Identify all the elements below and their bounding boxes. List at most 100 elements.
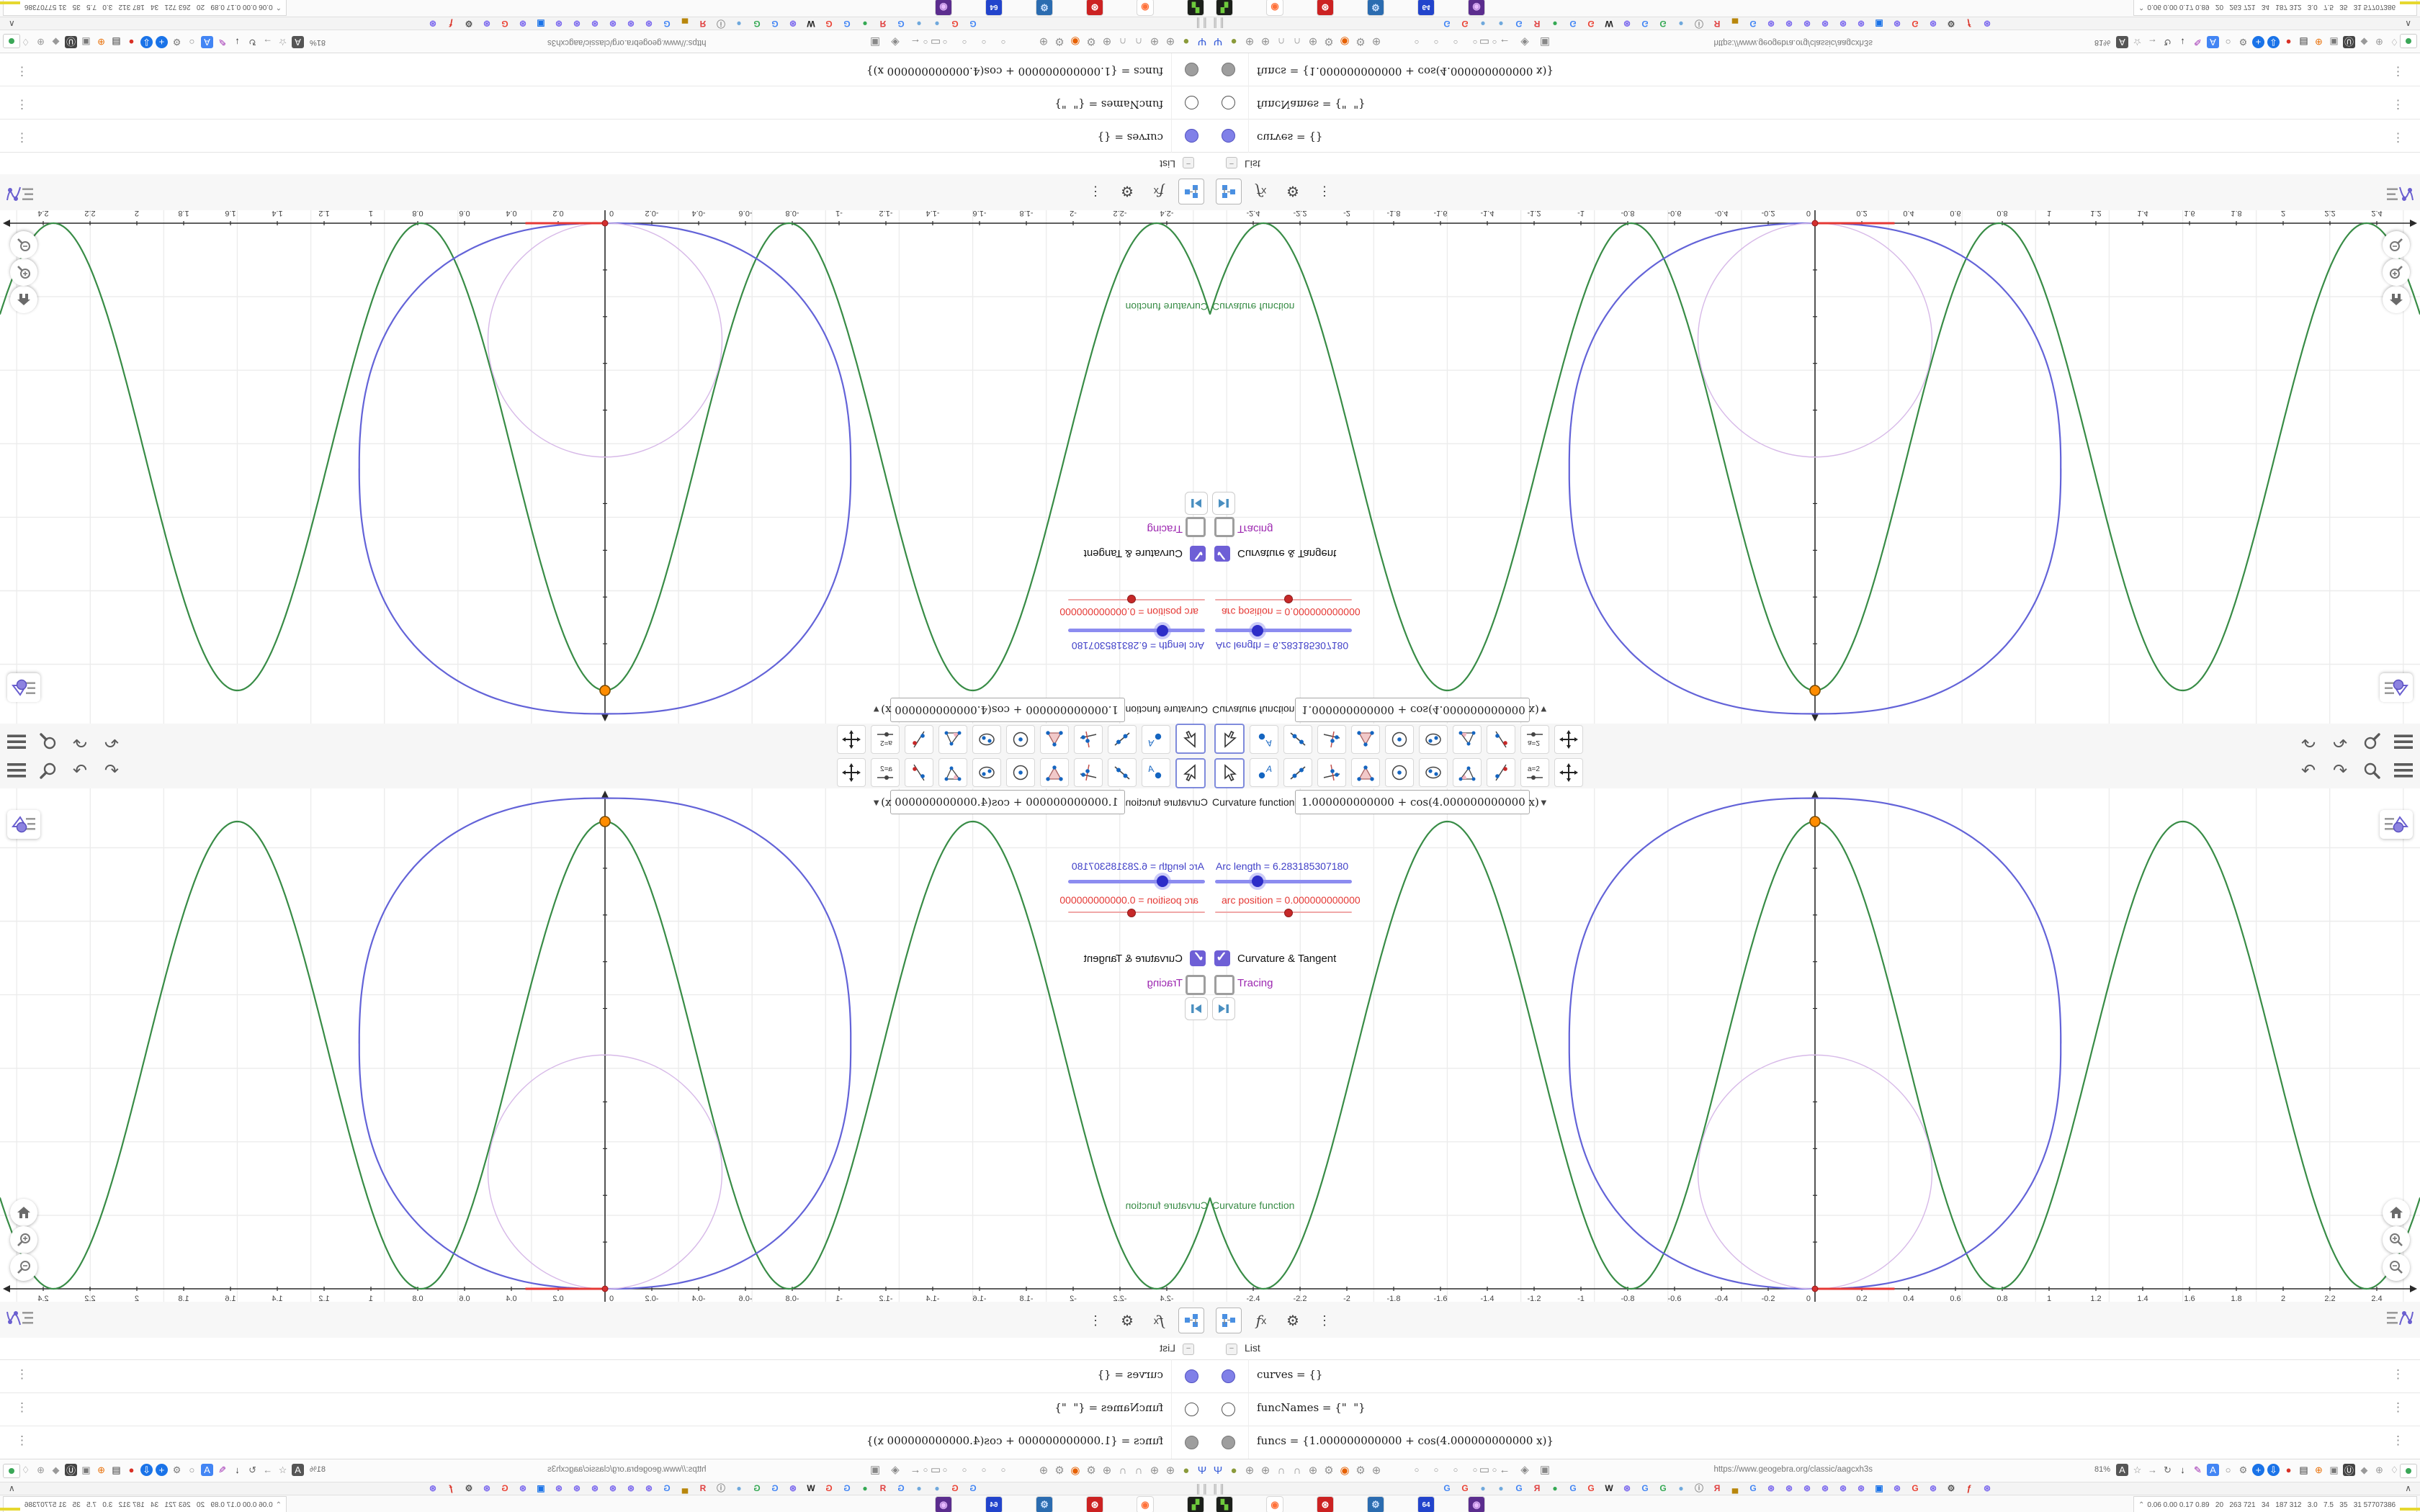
owl-app-icon[interactable]: ◉ (935, 1496, 952, 1512)
tool-reflect-about-line[interactable] (905, 758, 933, 787)
row-kebab-icon[interactable]: ⋮ (2392, 64, 2404, 78)
algebra-row[interactable]: funcs = {1.000000000000 + cos(4.00000000… (0, 53, 1210, 86)
browser-tab-favicon[interactable]: G (770, 19, 780, 29)
undo-icon[interactable]: ↶ (101, 760, 122, 781)
address-url[interactable]: https://www.geogebra.org/classic/aagcxh3… (547, 1465, 835, 1474)
algebra-view-icon[interactable] (6, 1308, 35, 1334)
browser-tab-favicon[interactable]: ⊛ (482, 19, 492, 29)
browser-tab-favicon[interactable]: G (896, 1483, 906, 1493)
visibility-toggle[interactable] (1185, 1436, 1198, 1449)
browser-tab-favicon[interactable]: G (842, 1483, 852, 1493)
browser-tab-favicon[interactable]: ⚙ (464, 1483, 474, 1493)
browser-tab-favicon[interactable]: ⊛ (788, 19, 798, 29)
browser-tab-favicon[interactable]: ⊛ (1928, 19, 1938, 29)
lock-icon[interactable]: ▣ (869, 36, 882, 49)
download-icon[interactable]: ↓ (2177, 36, 2189, 48)
function-dropdown[interactable]: 1.000000000000 + cos(4.000000000000 x) ▼ (1295, 790, 1549, 814)
browser-tab-favicon[interactable]: G (1748, 19, 1758, 29)
browser-tab-favicon[interactable]: ▣ (536, 19, 546, 29)
list-group-title[interactable]: List (1245, 158, 1260, 170)
browser-tab-favicon[interactable]: G (752, 1483, 762, 1493)
globe-icon[interactable]: ⊕ (1259, 1464, 1272, 1477)
zoom-in-button[interactable] (10, 258, 37, 286)
tool-move-graphics-view[interactable] (1554, 725, 1583, 754)
undo-icon[interactable]: ↶ (2298, 731, 2319, 752)
more-options-kebab[interactable]: ⋮ (1083, 179, 1108, 204)
forward-icon[interactable]: → (261, 1464, 274, 1476)
algebra-row[interactable]: funcs = {1.000000000000 + cos(4.00000000… (1210, 53, 2420, 86)
algebra-view-icon[interactable] (6, 178, 35, 204)
settings-gear-button[interactable]: ⚙ (1115, 179, 1139, 204)
browser-tab-favicon[interactable]: ⊛ (644, 19, 654, 29)
browser-tab-favicon[interactable]: G (1514, 19, 1524, 29)
browser-tab-favicon[interactable]: ● (932, 19, 942, 29)
browser-tab-favicon[interactable]: ⊛ (1892, 19, 1902, 29)
browser-tab-favicon[interactable]: ⊛ (1982, 19, 1992, 29)
zoom-level-badge[interactable]: 81% (310, 1465, 326, 1474)
firefox-icon[interactable]: ◉ (1069, 35, 1082, 48)
lock-icon[interactable]: ▣ (1538, 36, 1551, 49)
browser-tab-favicon[interactable]: G (1514, 1483, 1524, 1493)
arc-length-slider[interactable] (1215, 629, 1352, 632)
headset-icon[interactable]: ∩ (1291, 1464, 1304, 1477)
tool-point[interactable]: A (1250, 725, 1278, 754)
curvature-tangent-checkbox[interactable]: ✓ (1214, 950, 1230, 966)
gear-icon[interactable]: ⚙ (1053, 35, 1066, 48)
arc-position-point[interactable] (601, 220, 609, 227)
tab-overflow-caret-icon[interactable]: ∧ (2405, 1483, 2411, 1493)
play-pause-button[interactable] (1185, 997, 1208, 1020)
browser-tab-favicon[interactable]: ⊛ (788, 1483, 798, 1493)
download-icon[interactable]: ↓ (2177, 1464, 2189, 1476)
firefox-app-icon[interactable]: ◉ (1266, 1496, 1283, 1512)
visibility-toggle[interactable] (1185, 1369, 1198, 1383)
browser-tab-favicon[interactable]: G (1640, 19, 1650, 29)
search-icon[interactable] (37, 731, 59, 752)
tool-slider[interactable]: a=2 (1520, 725, 1549, 754)
browser-tab-favicon[interactable]: ⊛ (518, 19, 528, 29)
browser-tab-favicon[interactable]: W (1604, 1483, 1614, 1493)
tool-angle[interactable] (1453, 758, 1482, 787)
browser-tab-favicon[interactable]: ● (932, 1483, 942, 1493)
fx-button[interactable]: fx (1249, 179, 1273, 204)
tool-circle-center-point[interactable] (1385, 758, 1414, 787)
browser-tab-favicon[interactable]: Я (1712, 1483, 1722, 1493)
headset-icon[interactable]: ∩ (1275, 35, 1288, 48)
tool-circle-center-point[interactable] (1006, 758, 1035, 787)
browser-tab-favicon[interactable]: ⊛ (1802, 1483, 1812, 1493)
collapse-button[interactable]: − (1183, 1344, 1194, 1355)
headset-icon[interactable]: ∩ (1275, 1464, 1288, 1477)
menu-icon[interactable] (6, 731, 27, 752)
curve-point[interactable] (1809, 685, 1821, 696)
algebra-row[interactable]: curves = {} ⋮ (1210, 119, 2420, 153)
browser-tab-favicon[interactable]: ▄ (680, 1483, 690, 1493)
globe-icon[interactable]: ⊕ (1148, 1464, 1161, 1477)
search-icon[interactable] (37, 760, 59, 781)
record-icon[interactable]: ● (125, 36, 138, 48)
browser-tab-favicon[interactable]: Я (878, 19, 888, 29)
browser-tab-favicon[interactable]: ⊛ (1982, 1483, 1992, 1493)
browser-tab-favicon[interactable]: G (1586, 19, 1596, 29)
browser-tab-favicon[interactable]: G (1640, 1483, 1650, 1493)
browser-tab-favicon[interactable]: G (896, 19, 906, 29)
browser-tab-favicon[interactable]: ⊛ (1856, 1483, 1866, 1493)
browser-tab-favicon[interactable]: ⊛ (428, 19, 438, 29)
lock-icon[interactable]: ▣ (1538, 1463, 1551, 1476)
algebra-row[interactable]: funcNames = {" "} ⋮ (1210, 1392, 2420, 1426)
home-button[interactable] (10, 286, 37, 313)
dot-icon[interactable]: ○ (1430, 1464, 1443, 1477)
floppy64-app-icon[interactable]: 64 (1417, 1496, 1435, 1512)
floppy64-app-icon[interactable]: 64 (985, 0, 1003, 16)
browser-tab-favicon[interactable]: ⊛ (482, 1483, 492, 1493)
row-kebab-icon[interactable]: ⋮ (16, 1400, 28, 1415)
archive-icon[interactable]: ▣ (2328, 36, 2340, 48)
browser-tab-favicon[interactable]: ⊛ (1856, 19, 1866, 29)
globe-icon[interactable]: ⊕ (1370, 35, 1383, 48)
browser-tab-favicon[interactable]: ⊛ (590, 19, 600, 29)
arc-position-point[interactable] (601, 1285, 609, 1292)
visibility-toggle[interactable] (1222, 1403, 1235, 1416)
browser-tab-favicon[interactable]: ▣ (1874, 19, 1884, 29)
wrench-icon[interactable]: ⚙ (1322, 35, 1335, 48)
browser-tab-favicon[interactable]: G (1442, 1483, 1452, 1493)
globe-icon[interactable]: ⊕ (1307, 35, 1319, 48)
globe-icon[interactable]: ⊕ (1101, 35, 1113, 48)
